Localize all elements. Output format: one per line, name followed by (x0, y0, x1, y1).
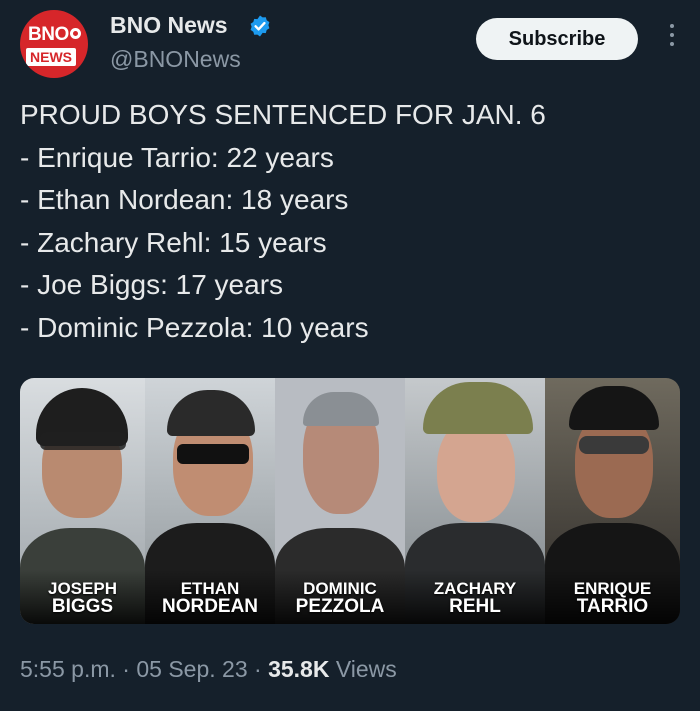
caption-nordean: ETHAN NORDEAN (145, 580, 275, 617)
tweet-line: - Dominic Pezzola: 10 years (20, 311, 369, 343)
caption-last-name: BIGGS (51, 596, 114, 617)
tweet-line: PROUD BOYS SENTENCED FOR JAN. 6 (20, 99, 546, 130)
account-name[interactable]: BNO News (110, 12, 228, 39)
meta-separator: · (247, 656, 269, 682)
tweet-date[interactable]: 05 Sep. 23 (136, 656, 247, 682)
tweet-header: BNO NEWS BNO News @BNONews Subscribe (20, 10, 680, 80)
caption-rehl: ZACHARY REHL (405, 580, 545, 617)
tweet-line: - Joe Biggs: 17 years (20, 269, 284, 300)
avatar-text-bno: BNO (28, 24, 69, 45)
subscribe-button[interactable]: Subscribe (476, 18, 638, 60)
photo-panel: ETHAN NORDEAN (145, 378, 275, 624)
caption-biggs: JOSEPH BIGGS (20, 580, 145, 617)
verified-badge-icon (250, 15, 270, 37)
caption-tarrio: ENRIQUE TARRIO (545, 580, 680, 617)
tweet-line: - Zachary Rehl: 15 years (20, 226, 327, 258)
caption-last-name: NORDEAN (161, 596, 259, 617)
avatar-text-news: NEWS (26, 48, 76, 66)
meta-separator: · (115, 656, 137, 682)
views-count[interactable]: 35.8K (268, 656, 329, 682)
caption-last-name: PEZZOLA (295, 596, 385, 617)
avatar-dot-icon (70, 28, 81, 39)
tweet-line: - Ethan Nordean: 18 years (20, 184, 349, 215)
caption-last-name: REHL (449, 596, 501, 617)
photo-panel: ENRIQUE TARRIO (545, 378, 680, 624)
caption-last-name: TARRIO (576, 596, 649, 617)
tweet-line: - Enrique Tarrio: 22 years (20, 141, 334, 173)
views-label: Views (329, 656, 397, 682)
photo-panel: ZACHARY REHL (405, 378, 545, 624)
more-vertical-icon[interactable] (668, 24, 676, 54)
photo-panel: DOMINIC PEZZOLA (275, 378, 405, 624)
avatar[interactable]: BNO NEWS (20, 10, 88, 78)
tweet-time[interactable]: 5:55 p.m. (20, 656, 116, 682)
caption-pezzola: DOMINIC PEZZOLA (275, 580, 405, 617)
photo-panel: JOSEPH BIGGS (20, 378, 145, 624)
account-handle[interactable]: @BNONews (110, 46, 241, 73)
tweet-text: PROUD BOYS SENTENCED FOR JAN. 6 - Enriqu… (20, 94, 680, 349)
tweet-media-image[interactable]: JOSEPH BIGGS ETHAN NORDEAN DOMINIC PEZZO… (20, 378, 680, 624)
tweet-meta: 5:55 p.m. · 05 Sep. 23 · 35.8K Views (20, 656, 397, 683)
